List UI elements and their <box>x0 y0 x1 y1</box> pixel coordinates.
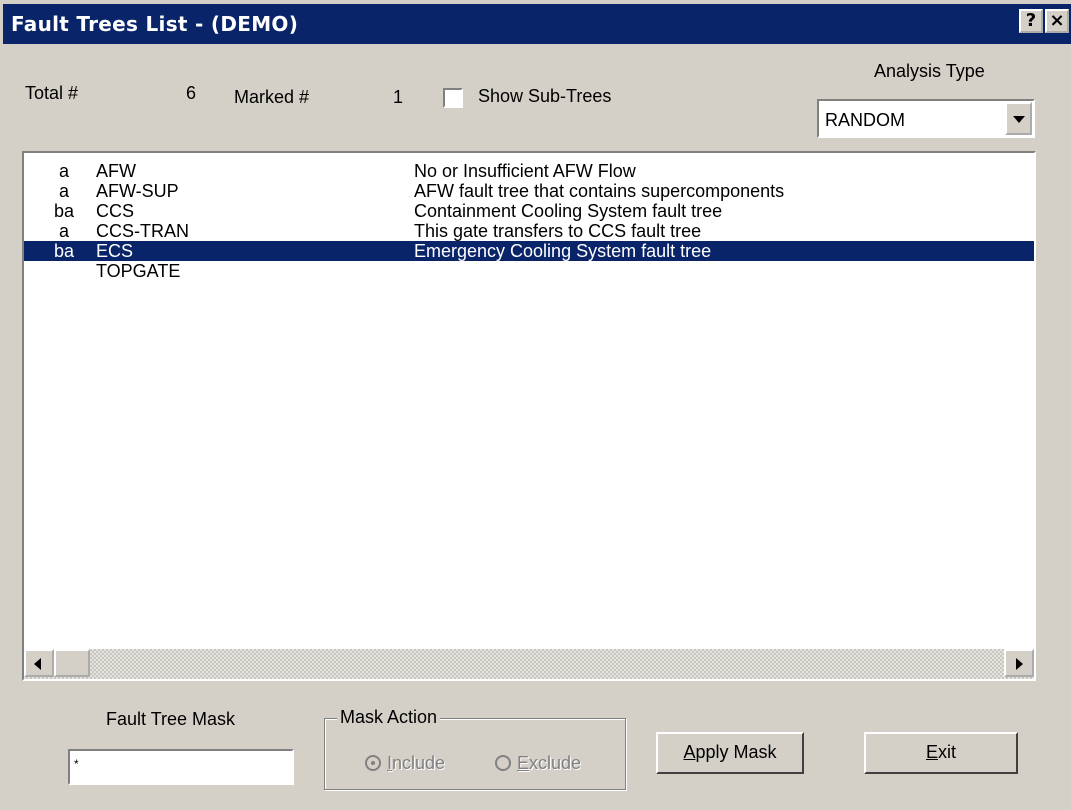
total-value: 6 <box>186 83 197 103</box>
row-description: Containment Cooling System fault tree <box>414 201 723 221</box>
window-title: Fault Trees List - (DEMO) <box>11 12 299 36</box>
marked-value: 1 <box>393 87 404 107</box>
fault-trees-window: Fault Trees List - (DEMO) ? × Total # 6 … <box>0 0 1071 810</box>
row-name: AFW <box>96 161 136 181</box>
exclude-radio[interactable]: Exclude <box>495 753 581 774</box>
row-name: ECS <box>96 241 134 261</box>
list-item[interactable]: a AFW No or Insufficient AFW Flow <box>24 161 1034 181</box>
title-bar[interactable]: Fault Trees List - (DEMO) ? × <box>3 4 1071 44</box>
scroll-left-arrow-icon[interactable] <box>24 649 54 677</box>
list-item[interactable]: ba CCS Containment Cooling System fault tr… <box>24 201 1034 221</box>
dropdown-arrow-icon[interactable] <box>1005 102 1032 135</box>
fault-tree-rows: a AFW No or Insufficient AFW Flow a AFW-SUP A… <box>24 161 1034 281</box>
row-name: TOPGATE <box>96 261 181 281</box>
include-radio[interactable]: Include <box>365 753 445 774</box>
list-item[interactable]: a CCS-TRAN This gate transfers to CCS faul… <box>24 221 1034 241</box>
show-subtrees-label[interactable]: Show Sub-Trees <box>478 86 611 107</box>
close-button[interactable]: × <box>1045 9 1069 33</box>
apply-mask-button[interactable]: Apply Mask <box>656 732 804 774</box>
list-item[interactable]: TOPGATE <box>24 261 1034 281</box>
row-flag: a <box>58 161 69 181</box>
exclude-label: Exclude <box>517 753 582 773</box>
row-flag: ba <box>53 241 75 261</box>
row-description: AFW fault tree that contains supercompon… <box>414 181 785 201</box>
horizontal-scrollbar[interactable] <box>24 649 1034 679</box>
marked-label: Marked # <box>234 87 310 107</box>
fault-tree-mask-input[interactable]: * <box>68 749 294 785</box>
analysis-type-label: Analysis Type <box>874 61 985 81</box>
include-label: Include <box>387 753 446 773</box>
row-name: CCS-TRAN <box>96 221 189 241</box>
row-flag: ba <box>53 201 75 221</box>
mask-action-group: Mask Action Include Exclude <box>324 707 626 790</box>
scroll-thumb[interactable] <box>54 649 90 677</box>
list-item[interactable]: ba ECS Emergency Cooling System fault tree <box>24 241 1034 261</box>
radio-dot-icon <box>365 755 381 771</box>
analysis-type-select[interactable]: RANDOM <box>817 99 1035 138</box>
show-subtrees-checkbox[interactable] <box>443 88 463 108</box>
row-flag: a <box>58 181 69 201</box>
row-flag: a <box>58 221 69 241</box>
analysis-type-value: RANDOM <box>825 110 905 130</box>
row-description: This gate transfers to CCS fault tree <box>414 221 702 241</box>
scroll-right-arrow-icon[interactable] <box>1004 649 1034 677</box>
mask-action-label: Mask Action <box>337 707 441 728</box>
exit-button[interactable]: Exit <box>864 732 1018 774</box>
fault-tree-mask-label: Fault Tree Mask <box>106 709 236 729</box>
list-item[interactable]: a AFW-SUP AFW fault tree that contains sup… <box>24 181 1034 201</box>
row-description: Emergency Cooling System fault tree <box>414 241 712 261</box>
row-name: CCS <box>96 201 135 221</box>
row-name: AFW-SUP <box>96 181 179 201</box>
fault-tree-list[interactable]: a AFW No or Insufficient AFW Flow a AFW-SUP A… <box>22 151 1036 681</box>
row-description: No or Insufficient AFW Flow <box>414 161 636 181</box>
total-label: Total # <box>25 83 79 103</box>
help-button[interactable]: ? <box>1019 9 1043 33</box>
radio-dot-icon <box>495 755 511 771</box>
